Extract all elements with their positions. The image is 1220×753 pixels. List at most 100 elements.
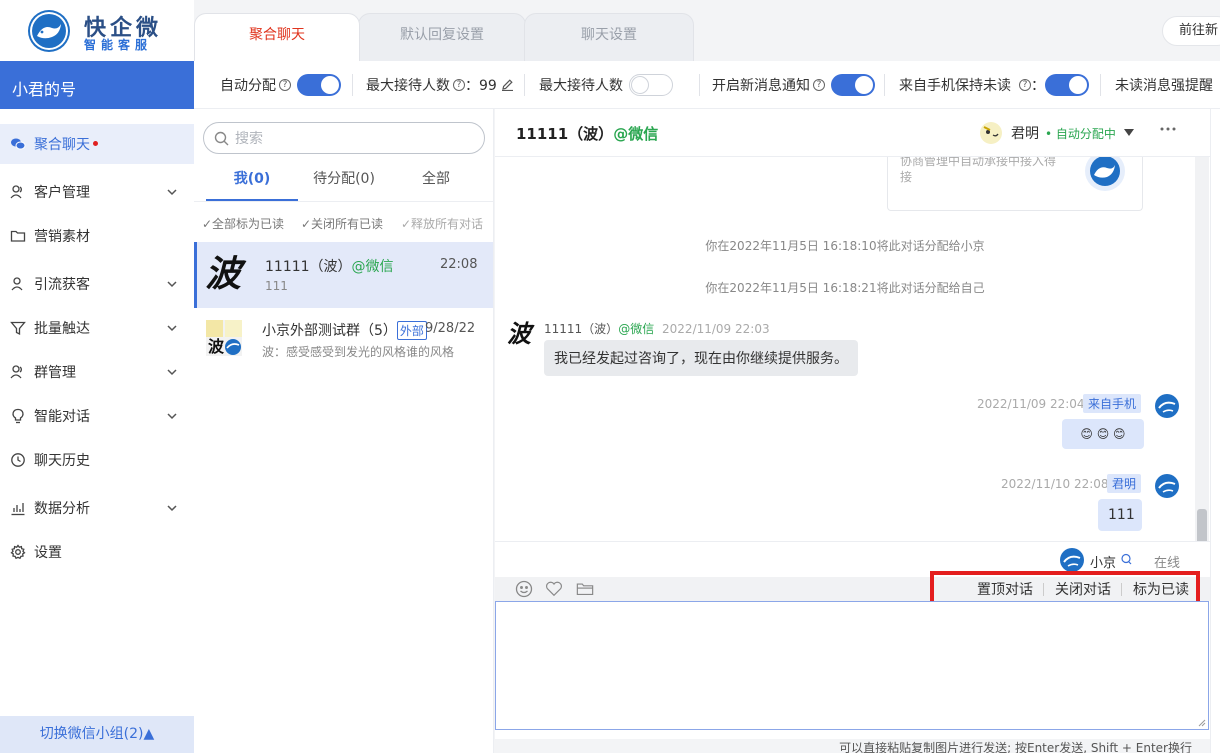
wechat-icon	[10, 136, 26, 152]
help-icon[interactable]: ?	[453, 78, 465, 91]
clock-icon	[10, 452, 26, 468]
search-placeholder: 搜索	[235, 131, 263, 147]
message-input[interactable]	[495, 601, 1209, 730]
sidebar-item-marketing-material[interactable]: 营销素材	[0, 216, 194, 256]
max-reception-toggle-setting: 最大接待人数	[539, 61, 673, 108]
sidebar-item-label: 群管理	[34, 365, 76, 381]
sidebar-item-chat-history[interactable]: 聊天历史	[0, 440, 194, 480]
sidebar-item-data-analysis[interactable]: 数据分析	[0, 488, 194, 528]
group-icon	[10, 364, 26, 380]
keep-unread-label: 来自手机保持未读	[899, 77, 1011, 94]
goto-new-button[interactable]: 前往新	[1162, 16, 1220, 46]
max-reception-toggle-label: 最大接待人数	[539, 77, 623, 94]
agent-avatar	[1154, 473, 1180, 499]
chevron-down-icon	[166, 366, 178, 378]
divider	[1100, 74, 1101, 96]
system-message: 你在2022年11月5日 16:18:10将此对话分配给小京	[705, 239, 985, 253]
switch-wechat-group-button[interactable]: 切换微信小组(2)▲	[0, 716, 194, 753]
resize-handle-icon[interactable]	[1198, 719, 1206, 727]
keep-unread-toggle[interactable]	[1045, 73, 1089, 96]
unread-reminder-label: 未读消息强提醒	[1115, 77, 1213, 94]
chat-bubble-icon	[1120, 553, 1132, 565]
tab-aggregated-chat[interactable]: 聚合聊天	[194, 13, 360, 61]
divider	[352, 74, 353, 96]
sidebar-item-label: 聚合聊天	[34, 137, 90, 153]
sidebar-item-label: 批量触达	[34, 321, 90, 337]
divider	[194, 201, 493, 202]
link-card[interactable]: 协商管理中自动承接中接入得接	[887, 157, 1143, 211]
sidebar-item-lead-acquisition[interactable]: 引流获客	[0, 264, 194, 304]
group-avatar: 波	[206, 320, 242, 356]
sidebar-item-customer-management[interactable]: 客户管理	[0, 172, 194, 212]
message-list[interactable]: 协商管理中自动承接中接入得接 你在2022年11月5日 16:18:10将此对话…	[495, 157, 1210, 541]
more-options-icon[interactable]	[1159, 126, 1177, 132]
sidebar-item-settings[interactable]: 设置	[0, 532, 194, 572]
auto-assign-toggle[interactable]	[297, 73, 341, 96]
conversation-name: 小京外部测试群（5） 外部	[262, 320, 427, 340]
avatar: 波	[205, 253, 242, 295]
svg-text:波: 波	[208, 337, 225, 356]
divider	[699, 74, 700, 96]
tab-all[interactable]: 全部	[390, 161, 482, 201]
close-all-read-button[interactable]: ✓关闭所有已读	[301, 215, 383, 232]
mark-all-read-button[interactable]: ✓全部标为已读	[202, 215, 284, 232]
tab-pending[interactable]: 待分配(0)	[298, 161, 390, 201]
auto-assign-label: 自动分配	[220, 77, 276, 94]
conversation-list-panel: 搜索 我(0) 待分配(0) 全部 ✓全部标为已读 ✓关闭所有已读 ✓释放所有对…	[194, 109, 494, 753]
tab-default-reply-settings[interactable]: 默认回复设置	[358, 13, 526, 61]
search-icon	[214, 131, 229, 146]
conversation-item[interactable]: 波 11111（波）@微信 22:08 111	[194, 242, 493, 308]
help-icon[interactable]: ?	[1019, 78, 1031, 91]
assigned-agent[interactable]: 君明 • 自动分配中	[979, 120, 1134, 146]
account-name[interactable]: 小君的号	[0, 61, 194, 109]
settings-bar: 自动分配 ? 最大接待人数 ? ：99 最大接待人数 开启新消息通知 ? 来自手…	[194, 61, 1220, 109]
source-tag: 君明	[1107, 474, 1142, 493]
external-tag: 外部	[396, 321, 427, 340]
status-user: 小京	[1090, 556, 1117, 571]
message-time: 2022/11/09 22:04	[977, 397, 1085, 411]
conversation-time: 9/28/22	[425, 321, 476, 336]
message-time: 2022/11/10 22:08	[1001, 477, 1109, 491]
folder-icon[interactable]	[576, 580, 594, 598]
new-message-notify-toggle[interactable]	[831, 73, 875, 96]
divider	[884, 74, 885, 96]
max-reception-toggle[interactable]	[629, 73, 673, 96]
chevron-down-icon	[166, 278, 178, 290]
link-card-text: 协商管理中自动承接中接入得接	[900, 157, 1057, 184]
sidebar-item-batch-reach[interactable]: 批量触达	[0, 308, 194, 348]
folder-icon	[10, 228, 26, 244]
sidebar-item-aggregated-chat[interactable]: 聚合聊天	[0, 124, 194, 164]
conversation-snippet: 111	[265, 279, 288, 293]
auto-assign-setting: 自动分配 ?	[220, 61, 341, 108]
right-panel-edge	[1210, 109, 1220, 753]
sidebar-item-label: 客户管理	[34, 185, 90, 201]
divider	[524, 74, 525, 96]
tab-mine[interactable]: 我(0)	[206, 161, 298, 201]
help-icon[interactable]: ?	[813, 78, 825, 91]
logo-icon	[28, 10, 70, 52]
release-all-button[interactable]: ✓释放所有对话	[401, 215, 483, 232]
help-icon[interactable]: ?	[279, 78, 291, 91]
message-bubble: 😊 😊 😊	[1062, 419, 1144, 449]
caret-down-icon[interactable]	[1123, 129, 1134, 137]
agent-avatar	[1154, 393, 1180, 419]
sidebar: 快企微 智能客服 小君的号 聚合聊天 客户管理 营销素材 引流获客 批量触达 群…	[0, 0, 194, 753]
conversation-item[interactable]: 波 小京外部测试群（5） 外部 9/28/22 波：感受感受到发光的风格谁的风格	[194, 308, 493, 374]
sidebar-item-label: 营销素材	[34, 229, 90, 245]
search-input[interactable]: 搜索	[203, 122, 485, 154]
emoji-icon[interactable]	[515, 580, 533, 598]
sidebar-item-group-management[interactable]: 群管理	[0, 352, 194, 392]
bar-chart-icon	[10, 500, 26, 516]
users-icon	[10, 184, 26, 200]
chat-panel: 11111（波）@微信 君明 • 自动分配中 协商管理中自动承接中接入得接 你在…	[495, 109, 1210, 753]
funnel-icon	[10, 320, 26, 336]
heart-icon[interactable]	[545, 580, 563, 598]
message-scrollbar[interactable]	[1195, 157, 1209, 541]
max-reception-value: ：99	[465, 77, 497, 94]
edit-icon[interactable]	[501, 78, 514, 91]
sidebar-item-smart-dialog[interactable]: 智能对话	[0, 396, 194, 436]
scrollbar-thumb[interactable]	[1197, 509, 1207, 541]
tab-chat-settings[interactable]: 聊天设置	[524, 13, 694, 61]
composer-hint: 可以直接粘贴复制图片进行发送; 按Enter发送, Shift + Enter换…	[495, 739, 1210, 753]
chat-header: 11111（波）@微信 君明 • 自动分配中	[495, 109, 1210, 157]
